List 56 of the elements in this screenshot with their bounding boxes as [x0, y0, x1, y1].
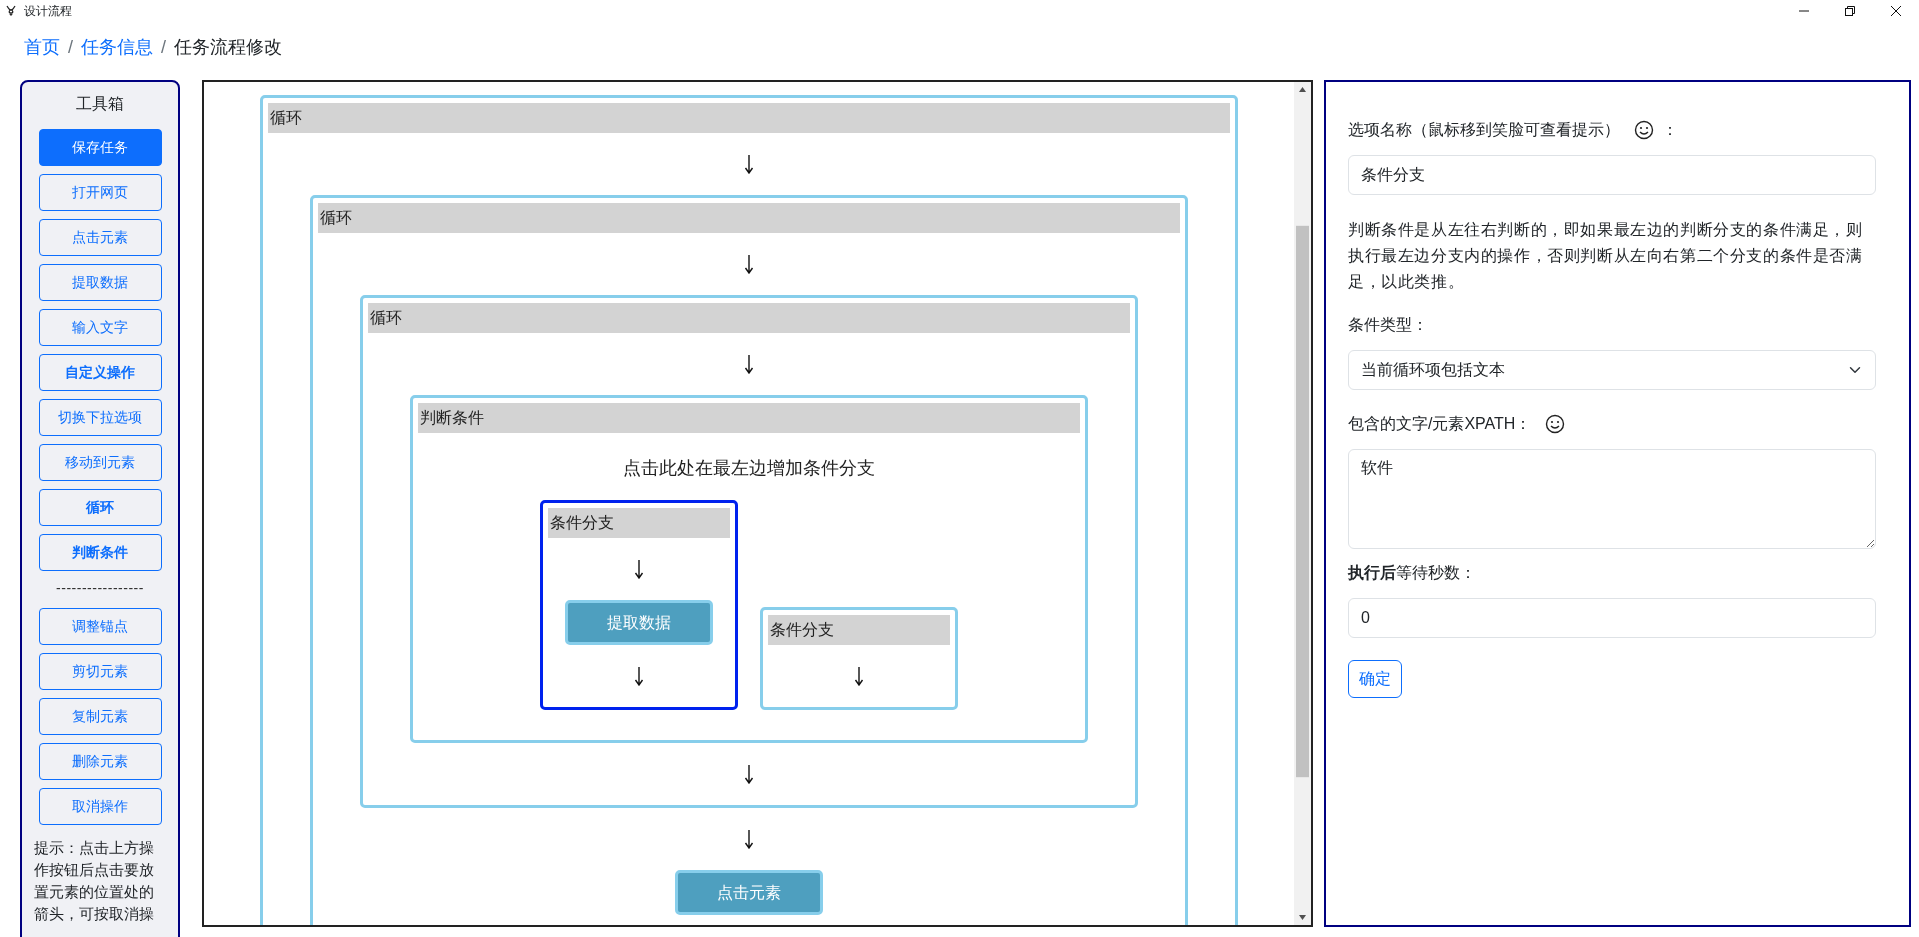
down-arrow-icon[interactable]: [634, 666, 644, 686]
add-branch-link[interactable]: 点击此处在最左边增加条件分支: [623, 455, 875, 482]
field-label: 条件类型：: [1348, 315, 1428, 335]
tool-button[interactable]: 判断条件: [38, 534, 162, 571]
block-header: 循环: [318, 203, 1180, 233]
block-header: 条件分支: [548, 508, 730, 538]
tool-button[interactable]: 输入文字: [38, 309, 162, 346]
tool-button[interactable]: 切换下拉选项: [38, 399, 162, 436]
window-title: 设计流程: [24, 3, 72, 20]
confirm-button[interactable]: 确定: [1348, 660, 1402, 698]
tool-button[interactable]: 循环: [38, 489, 162, 526]
toolbox-title: 工具箱: [76, 94, 124, 114]
label-colon: ：: [1662, 120, 1678, 140]
down-arrow-icon[interactable]: [744, 829, 754, 849]
breadcrumb-link[interactable]: 首页: [24, 33, 60, 61]
separator-line: -----------------: [56, 579, 144, 598]
down-arrow-icon[interactable]: [744, 354, 754, 374]
tool-button[interactable]: 调整锚点: [38, 608, 162, 645]
field-label: 执行后等待秒数：: [1348, 563, 1476, 583]
down-arrow-icon[interactable]: [744, 254, 754, 274]
help-text: 判断条件是从左往右判断的，即如果最左边的判断分支的条件满足，则执行最左边分支内的操作，否则判断从左向右第二个分支的条件是否满足，以此类推。: [1348, 220, 1864, 292]
scrollbar[interactable]: [1294, 82, 1311, 925]
smiley-icon[interactable]: [1634, 120, 1654, 140]
field-label: 选项名称（鼠标移到笑脸可查看提示）: [1348, 120, 1620, 140]
down-arrow-icon[interactable]: [744, 764, 754, 784]
tool-button[interactable]: 保存任务: [38, 129, 162, 166]
condition-type-select[interactable]: 当前循环项包括文本: [1348, 350, 1876, 390]
text-field[interactable]: 条件分支: [1348, 155, 1876, 195]
block-header: 循环: [368, 303, 1130, 333]
tool-button[interactable]: 提取数据: [38, 264, 162, 301]
text-area[interactable]: 软件: [1348, 449, 1876, 549]
down-arrow-icon[interactable]: [634, 559, 644, 579]
tool-button[interactable]: 复制元素: [38, 698, 162, 735]
field-label: 包含的文字/元素XPATH：: [1348, 414, 1532, 434]
block-header: 循环: [268, 103, 1230, 133]
app-icon: [6, 5, 16, 17]
down-arrow-icon[interactable]: [744, 154, 754, 174]
tool-button[interactable]: 移动到元素: [38, 444, 162, 481]
tool-button[interactable]: 打开网页: [38, 174, 162, 211]
hint-text: 提示：点击上方操作按钮后点击要放置元素的位置处的箭头，可按取消操: [33, 838, 155, 924]
block-header: 条件分支: [768, 615, 950, 645]
text-field[interactable]: 0: [1348, 598, 1876, 638]
action-node[interactable]: 提取数据: [565, 600, 713, 645]
tool-button[interactable]: 自定义操作: [38, 354, 162, 391]
tool-button[interactable]: 取消操作: [38, 788, 162, 825]
breadcrumb-current: 任务流程修改: [174, 35, 283, 59]
tool-button[interactable]: 删除元素: [38, 743, 162, 780]
breadcrumb-link[interactable]: 任务信息: [81, 33, 153, 61]
smiley-icon[interactable]: [1545, 414, 1566, 434]
down-arrow-icon[interactable]: [854, 666, 864, 686]
breadcrumb-separator: /: [161, 35, 167, 59]
action-node[interactable]: 点击元素: [675, 870, 823, 915]
block-header: 判断条件: [418, 403, 1080, 433]
tool-button[interactable]: 剪切元素: [38, 653, 162, 690]
tool-button[interactable]: 点击元素: [38, 219, 162, 256]
breadcrumb-separator: /: [68, 35, 73, 59]
